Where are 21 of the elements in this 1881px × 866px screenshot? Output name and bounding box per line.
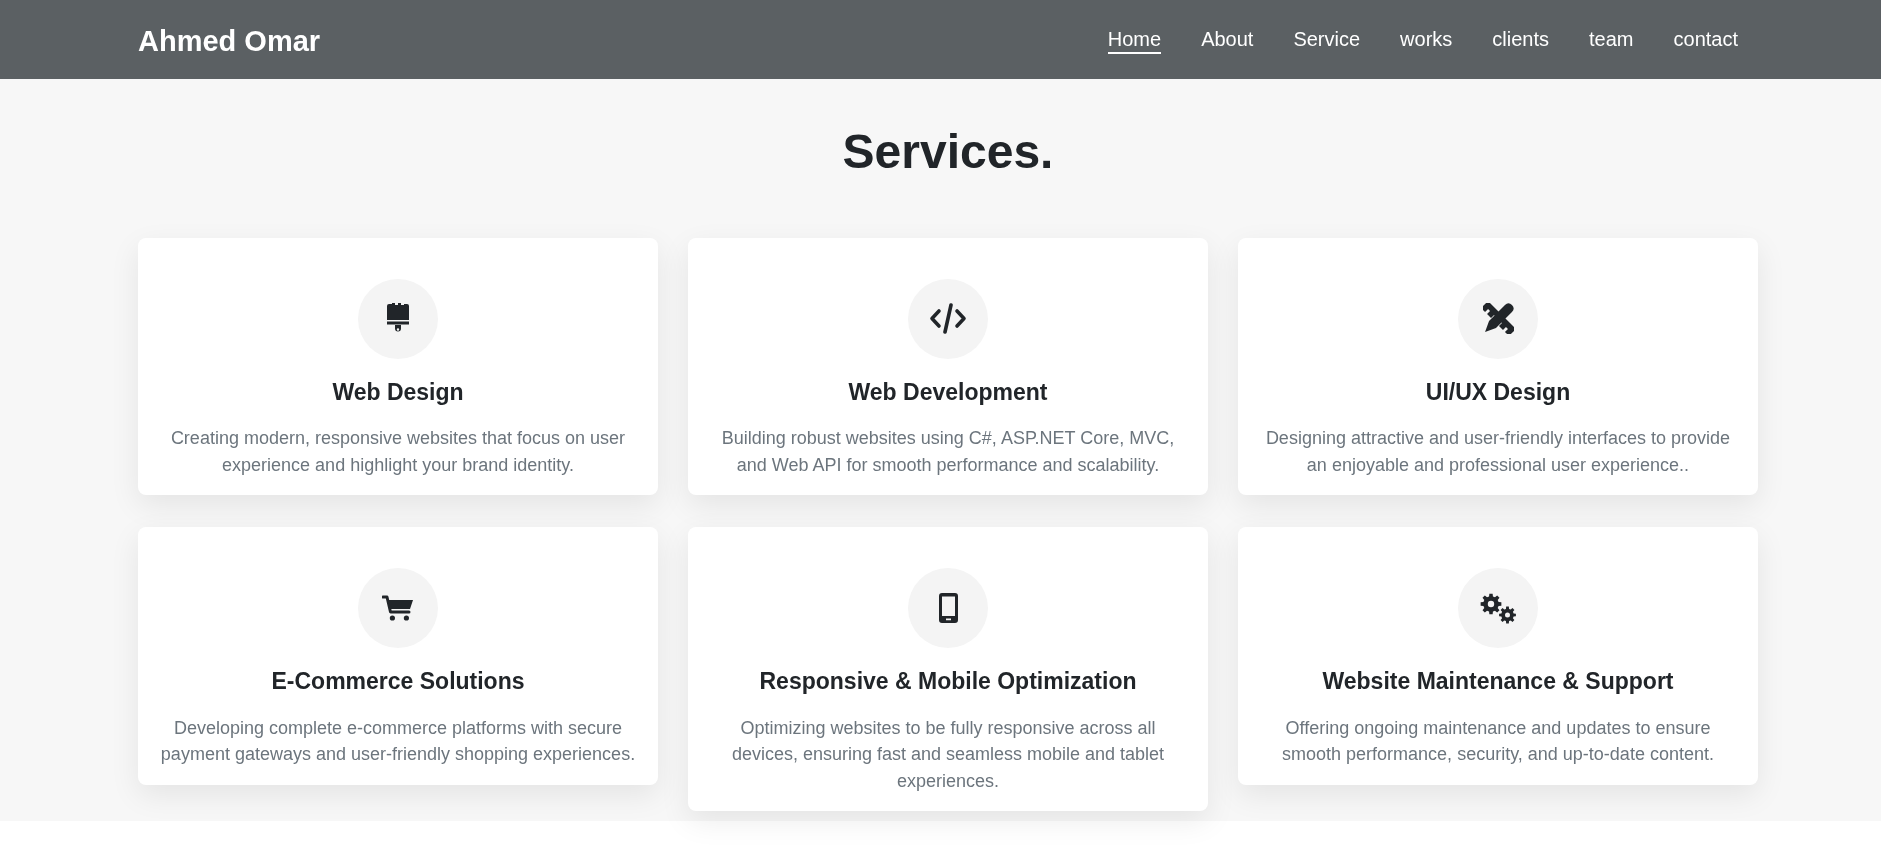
card-description: Developing complete e-commerce platforms with secure payment gateways and user-friendly shopping experiences. <box>159 716 637 767</box>
nav-link[interactable]: contact <box>1673 25 1738 54</box>
card-description: Designing attractive and user-friendly interfaces to provide an enjoyable and professional user experience.. <box>1264 427 1732 477</box>
card-title: Web Design <box>332 378 464 407</box>
nav-link[interactable]: Home <box>1107 25 1162 54</box>
nav-link[interactable]: About <box>1201 25 1254 54</box>
card-title: Responsive & Mobile Optimization <box>759 668 1137 696</box>
nav-link[interactable]: Service <box>1293 25 1361 54</box>
section-title: Services. <box>841 124 1055 180</box>
card-description: Building robust websites using C#, ASP.NET Core, MVC, and Web API for smooth performance and scalability. <box>720 427 1176 477</box>
card-description: Optimizing websites to be fully responsive across all devices, ensuring fast and seamless mobile and tablet experiences. <box>730 716 1166 793</box>
card-title: Website Maintenance & Support <box>1322 668 1674 696</box>
nav-link[interactable]: clients <box>1492 25 1550 54</box>
site-logo[interactable]: Ahmed Omar <box>138 26 321 56</box>
card-title: E-Commerce Solutions <box>271 668 525 696</box>
card-title: UI/UX Design <box>1425 378 1571 407</box>
card-description: Creating modern, responsive websites that focus on user experience and highlight your brand identity. <box>169 427 627 477</box>
nav-link[interactable]: works <box>1400 25 1453 54</box>
nav-link[interactable]: team <box>1589 25 1634 54</box>
card-title: Web Development <box>848 378 1048 407</box>
card-description: Offering ongoing maintenance and updates to ensure smooth performance, security, and up-to-date content. <box>1281 716 1715 767</box>
